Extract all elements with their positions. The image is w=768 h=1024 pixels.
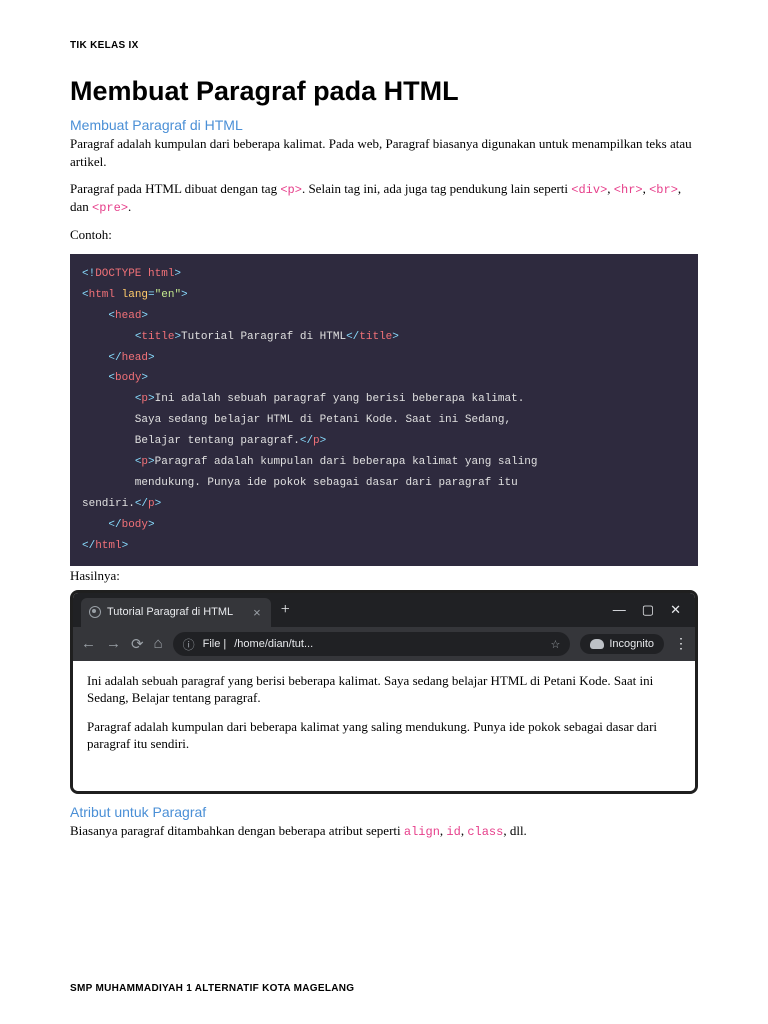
code-example: <!DOCTYPE html> <html lang="en"> <head> … — [70, 254, 698, 566]
bookmark-icon[interactable]: ☆ — [550, 638, 560, 651]
tag-div: <div> — [571, 183, 607, 197]
forward-icon[interactable]: → — [106, 636, 121, 653]
result-label: Hasilnya: — [70, 568, 698, 584]
section-heading-attributes: Atribut untuk Paragraf — [70, 804, 698, 820]
maximize-icon[interactable]: ▢ — [642, 602, 654, 618]
browser-viewport: Ini adalah sebuah paragraf yang berisi b… — [73, 661, 695, 791]
incognito-badge: Incognito — [580, 634, 664, 654]
new-tab-button[interactable]: + — [281, 601, 290, 619]
rendered-paragraph-2: Paragraf adalah kumpulan dari beberapa k… — [87, 719, 681, 753]
browser-mockup: Tutorial Paragraf di HTML × + — ▢ ✕ ← → … — [70, 590, 698, 794]
browser-tab-bar: Tutorial Paragraf di HTML × + — ▢ ✕ — [73, 593, 695, 627]
globe-icon — [89, 606, 101, 618]
tab-title: Tutorial Paragraf di HTML — [107, 606, 233, 618]
attr-align: align — [404, 825, 440, 839]
close-icon[interactable]: × — [253, 605, 261, 620]
close-window-icon[interactable]: ✕ — [670, 602, 681, 618]
url-scheme: File | — [203, 638, 227, 650]
reload-icon[interactable]: ⟳ — [131, 635, 144, 654]
document-header: TIK KELAS IX — [70, 40, 698, 51]
home-icon[interactable]: ⌂ — [154, 636, 163, 653]
attributes-paragraph: Biasanya paragraf ditambahkan dengan beb… — [70, 822, 698, 840]
tag-p: <p> — [280, 183, 302, 197]
page-title: Membuat Paragraf pada HTML — [70, 76, 698, 107]
tag-pre: <pre> — [92, 201, 128, 215]
menu-icon[interactable]: ⋮ — [674, 636, 687, 653]
document-footer: SMP MUHAMMADIYAH 1 ALTERNATIF KOTA MAGEL… — [70, 983, 354, 994]
intro-paragraph-2: Paragraf pada HTML dibuat dengan tag <p>… — [70, 180, 698, 216]
minimize-icon[interactable]: — — [613, 602, 626, 618]
browser-toolbar: ← → ⟳ ⌂ ⓘ File | /home/dian/tut... ☆ Inc… — [73, 627, 695, 661]
url-path: /home/dian/tut... — [234, 638, 313, 650]
address-bar[interactable]: ⓘ File | /home/dian/tut... ☆ — [173, 632, 571, 656]
rendered-paragraph-1: Ini adalah sebuah paragraf yang berisi b… — [87, 673, 681, 707]
intro-paragraph-1: Paragraf adalah kumpulan dari beberapa k… — [70, 135, 698, 170]
incognito-icon — [590, 639, 604, 649]
info-icon: ⓘ — [183, 636, 195, 653]
tag-br: <br> — [649, 183, 678, 197]
tag-hr: <hr> — [614, 183, 643, 197]
section-heading-create: Membuat Paragraf di HTML — [70, 117, 698, 133]
attr-id: id — [446, 825, 460, 839]
attr-class: class — [467, 825, 503, 839]
browser-tab[interactable]: Tutorial Paragraf di HTML × — [81, 598, 271, 627]
example-label: Contoh: — [70, 226, 698, 244]
back-icon[interactable]: ← — [81, 636, 96, 653]
